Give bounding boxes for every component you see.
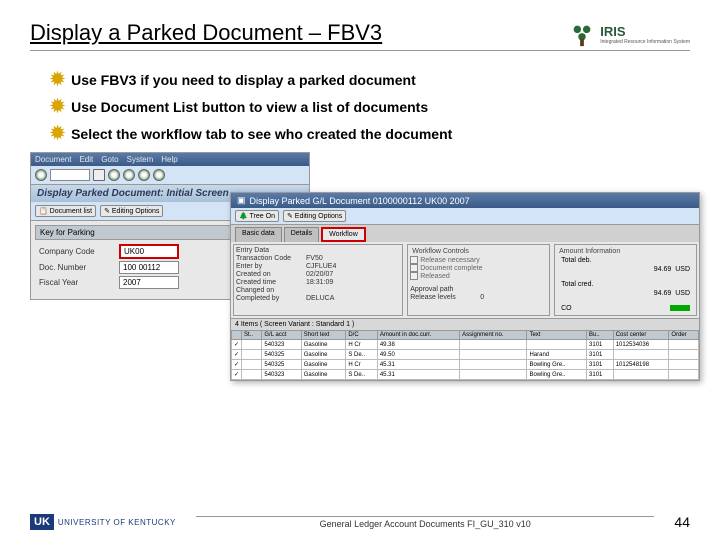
tool-icon[interactable] — [138, 169, 150, 181]
doc-icon: ▣ — [237, 195, 246, 206]
tab-workflow[interactable]: Workflow — [321, 227, 366, 242]
tool-icon[interactable] — [108, 169, 120, 181]
tab-basic-data[interactable]: Basic data — [235, 227, 282, 242]
page-title: Display a Parked Document – FBV3 — [30, 20, 382, 46]
tool-icon[interactable] — [153, 169, 165, 181]
tab-strip[interactable]: Basic data Details Workflow — [231, 225, 699, 242]
sap-document-screen: ▣ Display Parked G/L Document 0100000112… — [230, 192, 700, 381]
table-caption: 4 Items ( Screen Variant : Standard 1 ) — [231, 318, 699, 330]
amount-panel: Amount Information Total deb. 94.69 USD … — [554, 244, 697, 316]
uk-logo: UK UNIVERSITY OF KENTUCKY — [30, 514, 176, 530]
tool-icon[interactable] — [123, 169, 135, 181]
page-number: 44 — [674, 514, 690, 530]
table-row[interactable]: ✓540323GasolineH Cr49.3831011012534036 — [232, 340, 699, 350]
doc-number-label: Doc. Number — [39, 263, 119, 272]
tool-icon[interactable] — [93, 169, 105, 181]
tree-on-button[interactable]: 🌲 Tree On — [235, 210, 279, 222]
workflow-panel: Workflow Controls Release necessary Docu… — [407, 244, 550, 316]
footer-text: General Ledger Account Documents FI_GU_3… — [196, 516, 655, 529]
fiscal-year-label: Fiscal Year — [39, 278, 119, 287]
editing-options-button[interactable]: ✎ Editing Options — [283, 210, 346, 222]
toolbar-primary[interactable] — [31, 166, 309, 185]
ok-icon[interactable] — [35, 169, 47, 181]
checkbox[interactable] — [410, 256, 418, 264]
iris-logo: IRIS Integrated Resource Information Sys… — [568, 20, 690, 48]
editing-options-button[interactable]: ✎ Editing Options — [100, 205, 163, 217]
doc-number-input[interactable]: 100 00112 — [119, 261, 179, 274]
checkbox[interactable] — [410, 264, 418, 272]
line-items-table[interactable]: St..G/L acctShort textD/CAmount in doc.c… — [231, 330, 699, 380]
star-icon: ✹ — [50, 123, 65, 144]
fiscal-year-input[interactable]: 2007 — [119, 276, 179, 289]
star-icon: ✹ — [50, 69, 65, 90]
window-title: ▣ Display Parked G/L Document 0100000112… — [231, 193, 699, 208]
checkbox[interactable] — [410, 272, 418, 280]
document-list-button[interactable]: 📋 Document list — [35, 205, 96, 217]
table-row[interactable]: ✓540325GasolineH Cr45.31Bowling Gre..310… — [232, 360, 699, 370]
table-row[interactable]: ✓540323GasolineS De..45.31Bowling Gre..3… — [232, 370, 699, 380]
toolbar[interactable]: 🌲 Tree On ✎ Editing Options — [231, 208, 699, 225]
table-row[interactable]: ✓540325GasolineS De..49.50Harand3101 — [232, 350, 699, 360]
tab-details[interactable]: Details — [284, 227, 319, 242]
star-icon: ✹ — [50, 96, 65, 117]
entry-panel: Entry Data Transaction CodeFV50 Enter by… — [233, 244, 403, 316]
bullet-list: ✹Use FBV3 if you need to display a parke… — [30, 69, 690, 144]
company-code-label: Company Code — [39, 247, 119, 256]
company-code-input[interactable]: UK00 — [119, 244, 179, 259]
menubar[interactable]: DocumentEditGotoSystemHelp — [31, 153, 309, 166]
